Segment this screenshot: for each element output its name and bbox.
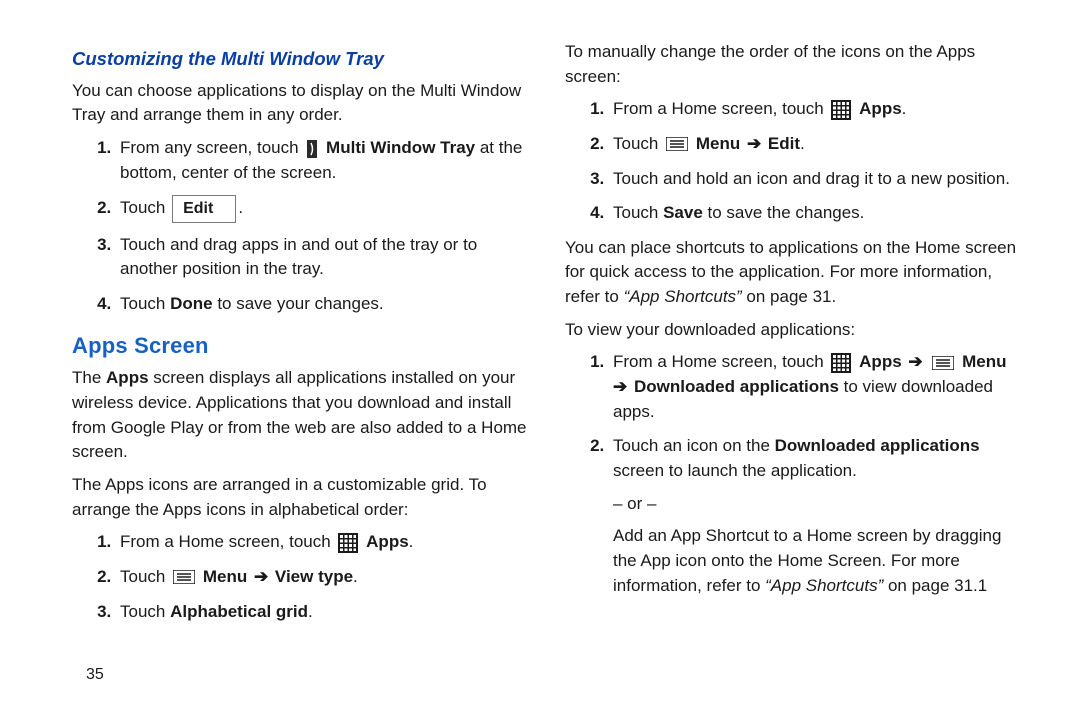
- apps-grid-icon: [831, 100, 851, 120]
- apps-grid-icon: [831, 353, 851, 373]
- menu-icon: [173, 570, 195, 584]
- reorder-step-4: Touch Save to save the changes.: [609, 201, 1020, 226]
- steps-customize-tray: From any screen, touch Multi Window Tray…: [72, 136, 527, 316]
- menu-icon: [666, 137, 688, 151]
- step-4: Touch Done to save your changes.: [116, 292, 527, 317]
- or-separator: – or –: [613, 492, 1020, 517]
- xref-app-shortcuts: “App Shortcuts”: [624, 287, 742, 306]
- heading-apps-screen: Apps Screen: [72, 330, 527, 362]
- right-column: To manually change the order of the icon…: [565, 36, 1020, 634]
- step-2: Touch Edit.: [116, 195, 527, 222]
- downloaded-intro: To view your downloaded applications:: [565, 318, 1020, 343]
- apps-grid-icon: [338, 533, 358, 553]
- edit-button-graphic: Edit: [172, 195, 236, 222]
- shortcuts-paragraph: You can place shortcuts to applications …: [565, 236, 1020, 310]
- reorder-step-1: From a Home screen, touch Apps.: [609, 97, 1020, 122]
- dl-step-1: From a Home screen, touch Apps ➔ Menu ➔ …: [609, 350, 1020, 424]
- apps-paragraph-2: The Apps icons are arranged in a customi…: [72, 473, 527, 522]
- dl-step-2: Touch an icon on the Downloaded applicat…: [609, 434, 1020, 598]
- xref-app-shortcuts: “App Shortcuts”: [765, 576, 883, 595]
- menu-icon: [932, 356, 954, 370]
- reorder-step-2: Touch Menu ➔ Edit.: [609, 132, 1020, 157]
- alpha-step-2: Touch Menu ➔ View type.: [116, 565, 527, 590]
- steps-downloaded: From a Home screen, touch Apps ➔ Menu ➔ …: [565, 350, 1020, 598]
- intro-paragraph: You can choose applications to display o…: [72, 79, 527, 128]
- subheading-customizing: Customizing the Multi Window Tray: [72, 46, 527, 73]
- alpha-step-1: From a Home screen, touch Apps.: [116, 530, 527, 555]
- multi-window-tab-icon: [306, 139, 318, 159]
- left-column: Customizing the Multi Window Tray You ca…: [72, 36, 527, 634]
- step-1: From any screen, touch Multi Window Tray…: [116, 136, 527, 185]
- manual-page: Customizing the Multi Window Tray You ca…: [0, 0, 1080, 634]
- step-3: Touch and drag apps in and out of the tr…: [116, 233, 527, 282]
- steps-reorder: From a Home screen, touch Apps. Touch Me…: [565, 97, 1020, 226]
- steps-alpha-order: From a Home screen, touch Apps. Touch Me…: [72, 530, 527, 624]
- page-number: 35: [86, 663, 104, 686]
- reorder-step-3: Touch and hold an icon and drag it to a …: [609, 167, 1020, 192]
- reorder-intro: To manually change the order of the icon…: [565, 40, 1020, 89]
- apps-paragraph-1: The Apps screen displays all application…: [72, 366, 527, 465]
- alpha-step-3: Touch Alphabetical grid.: [116, 600, 527, 625]
